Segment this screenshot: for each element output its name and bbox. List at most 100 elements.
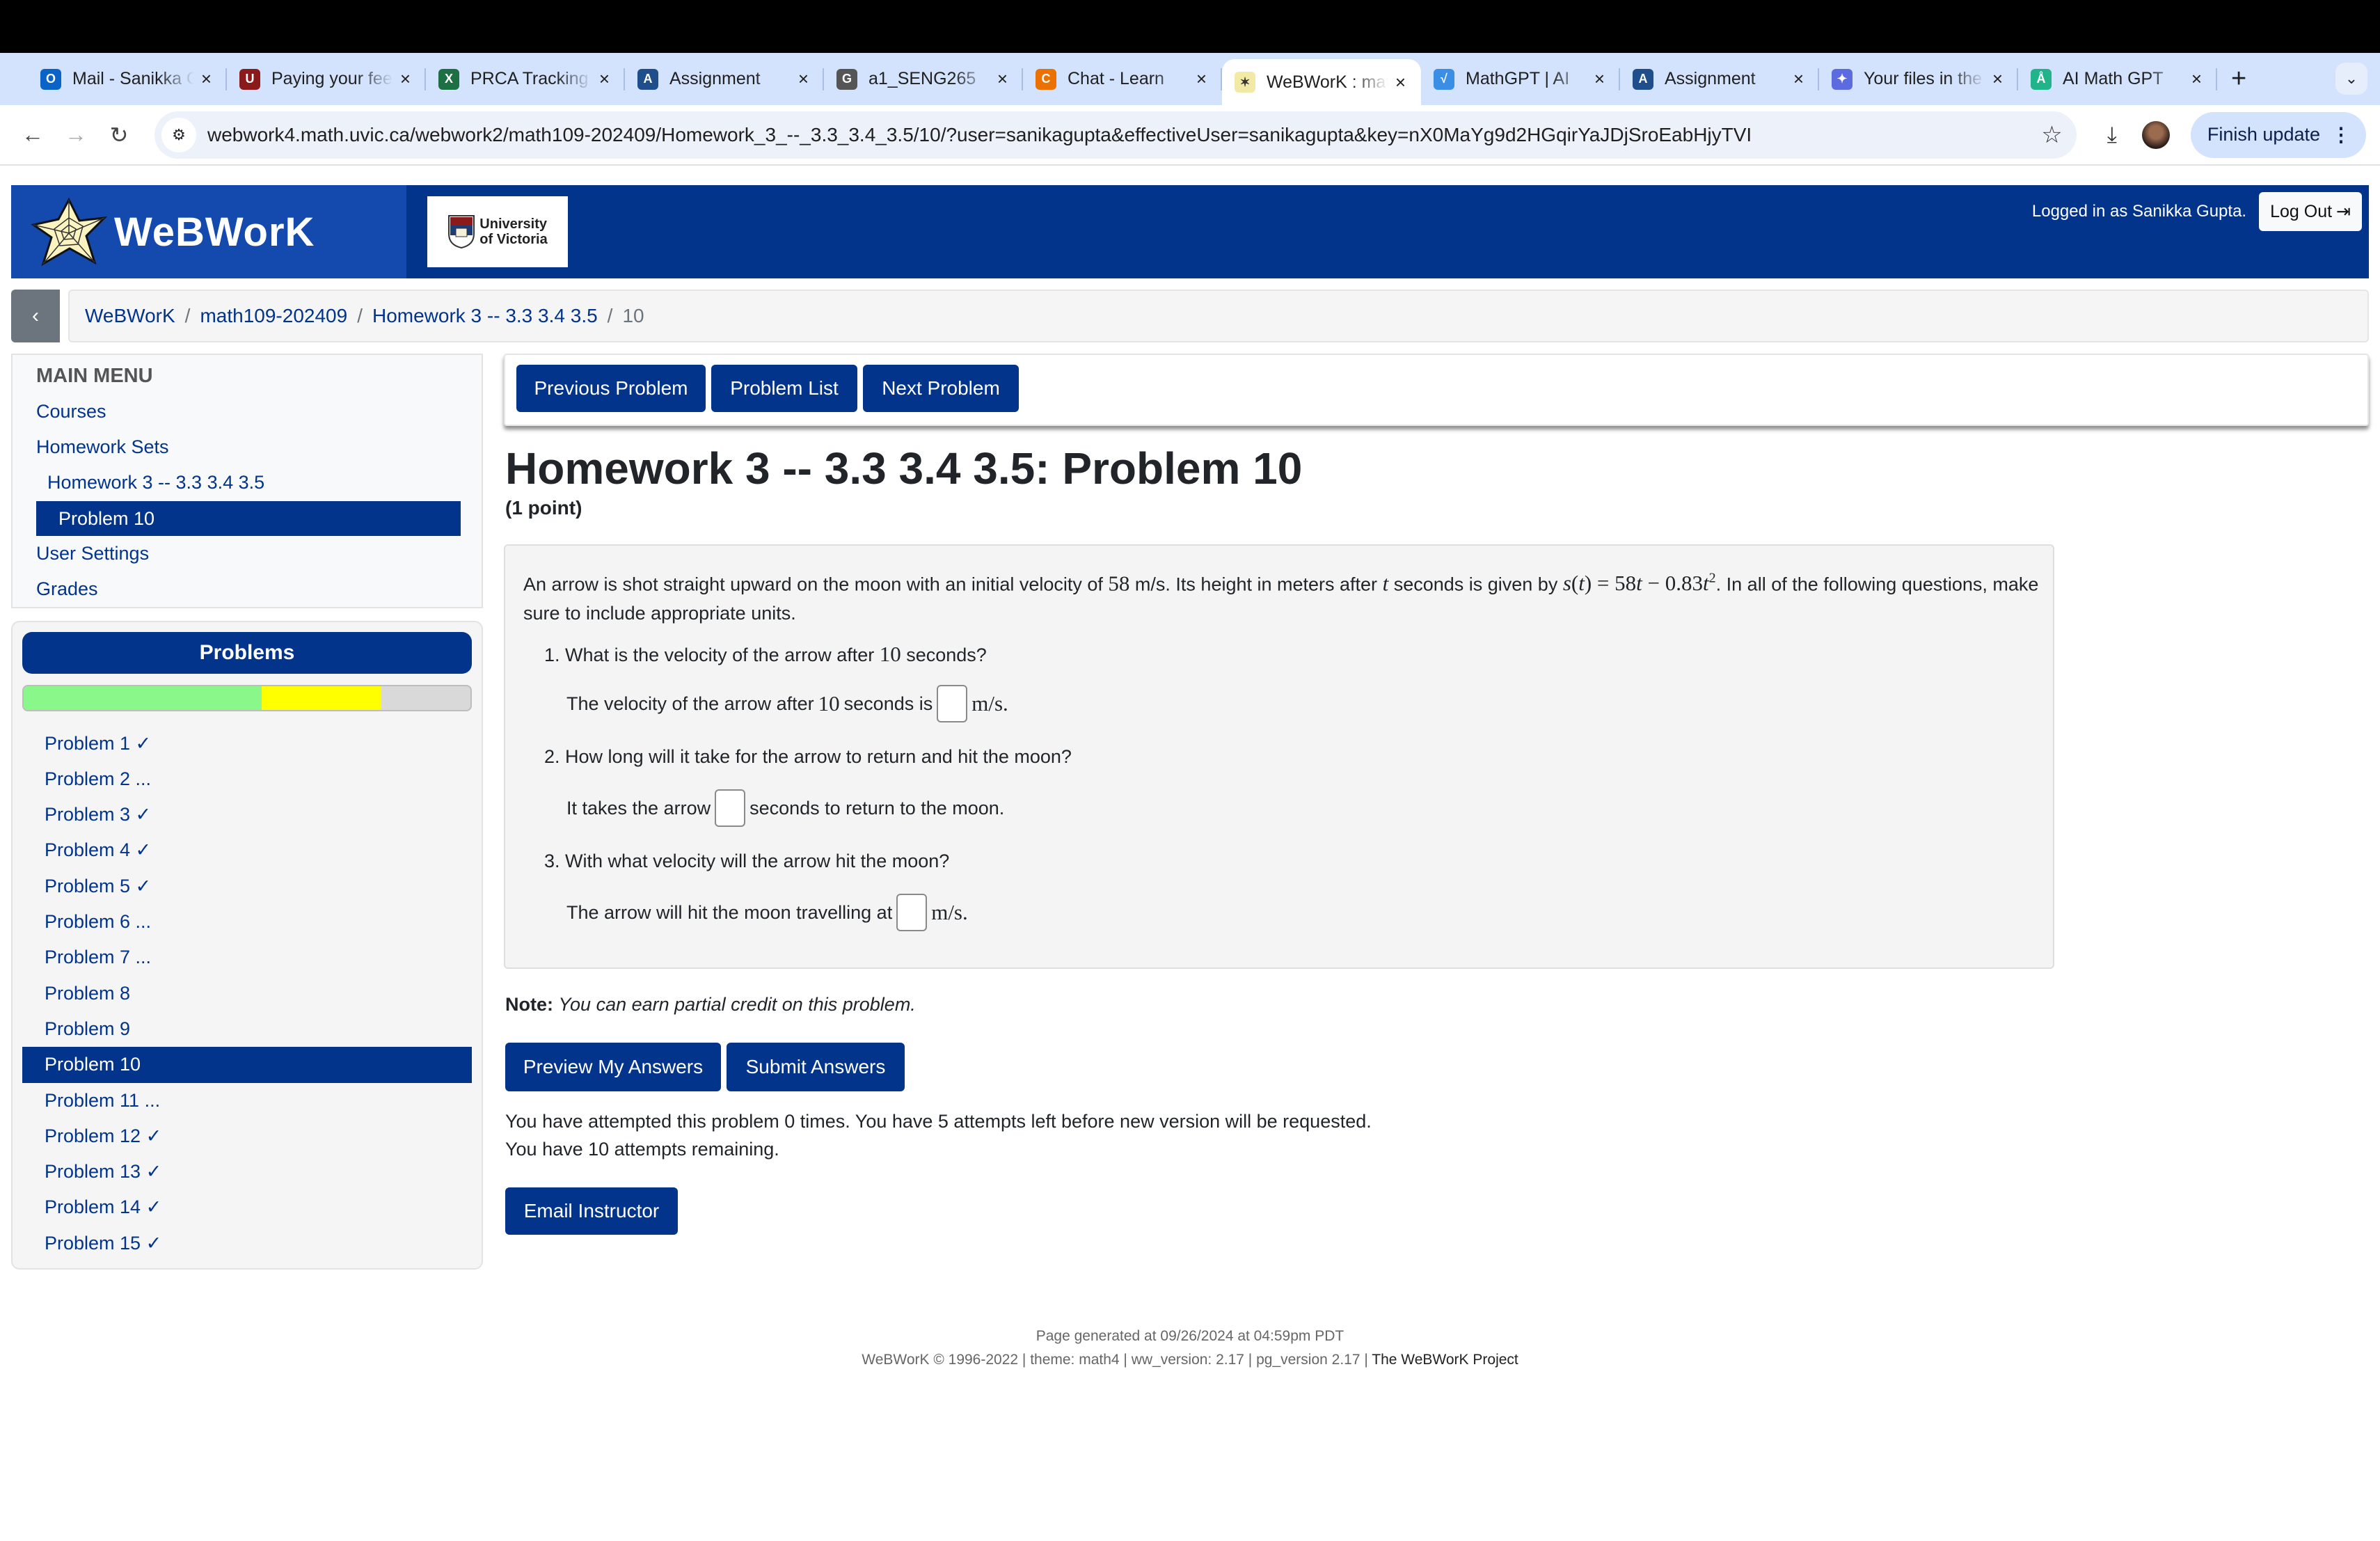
submit-answers-button[interactable]: Submit Answers (727, 1043, 905, 1091)
webwork-header: WeBWorK University of Victoria Logged in… (11, 185, 2369, 278)
problem-list-item[interactable]: Problem 3 ✓ (22, 797, 472, 833)
back-button[interactable]: ← (14, 116, 51, 154)
finish-update-button[interactable]: Finish update ⋮ (2190, 111, 2366, 158)
chevron-down-icon: ⌄ (2345, 70, 2358, 87)
height-formula: s(t) = 58t − 0.83t2 (1562, 571, 1716, 596)
answer-input-1[interactable] (937, 685, 968, 722)
breadcrumb-set[interactable]: Homework 3 -- 3.3 3.4 3.5 (372, 305, 598, 327)
browser-tab[interactable]: A Assignment × (1620, 53, 1819, 105)
menu-grades[interactable]: Grades (36, 578, 98, 600)
browser-tab[interactable]: X PRCA Tracking × (426, 53, 625, 105)
chegg-icon: C (1036, 68, 1056, 90)
browser-tab[interactable]: O Mail - Sanikka Gupta × (28, 53, 227, 105)
previous-problem-button[interactable]: Previous Problem (516, 365, 706, 412)
breadcrumb: WeBWorK / math109-202409 / Homework 3 --… (68, 290, 2369, 342)
close-tab-icon[interactable]: × (1395, 72, 1406, 93)
answer-suffix: seconds to return to the moon. (749, 797, 1005, 819)
close-tab-icon[interactable]: × (997, 68, 1008, 90)
attempts-remaining: You have 10 attempts remaining. (505, 1139, 779, 1160)
browser-tab[interactable]: C Chat - Learn × (1023, 53, 1222, 105)
question-3: 3. With what velocity will the arrow hit… (544, 851, 949, 872)
problem-list-item[interactable]: Problem 13 ✓ (22, 1154, 472, 1190)
menu-courses[interactable]: Courses (36, 401, 106, 422)
close-tab-icon[interactable]: × (1594, 68, 1605, 90)
menu-current-set[interactable]: Homework 3 -- 3.3 3.4 3.5 (47, 472, 264, 493)
tab-title: Paying your fees (271, 69, 393, 88)
browser-tab[interactable]: U Paying your fees × (227, 53, 426, 105)
tab-title: Chat - Learn (1068, 69, 1164, 88)
mathgpt-icon: √ (1434, 68, 1454, 90)
menu-current-problem[interactable]: Problem 10 (36, 501, 461, 536)
intro-text: An arrow is shot straight upward on the … (523, 574, 1109, 595)
problem-list-item[interactable]: Problem 12 ✓ (22, 1118, 472, 1154)
close-tab-icon[interactable]: × (1196, 68, 1207, 90)
webwork-project-link[interactable]: The WeBWorK Project (1372, 1352, 1518, 1368)
url-input[interactable]: webwork4.math.uvic.ca/webwork2/math109-2… (207, 124, 2041, 146)
tab-title: Assignment (669, 69, 761, 88)
logout-button[interactable]: Log Out ⇥ (2259, 192, 2362, 231)
problem-list-item[interactable]: Problem 10 (22, 1046, 472, 1083)
problem-list-item[interactable]: Problem 8 (22, 975, 472, 1011)
problem-intro: An arrow is shot straight upward on the … (523, 564, 2040, 628)
excel-icon: X (438, 68, 459, 90)
problem-list-item[interactable]: Problem 14 ✓ (22, 1190, 472, 1226)
answer-input-2[interactable] (715, 789, 746, 827)
problem-list-item[interactable]: Problem 4 ✓ (22, 832, 472, 869)
problem-list-item[interactable]: Problem 5 ✓ (22, 868, 472, 904)
intro-math-velocity: 58 (1108, 571, 1130, 596)
tab-search-button[interactable]: ⌄ (2335, 63, 2367, 95)
problem-list-item[interactable]: Problem 7 ... (22, 940, 472, 976)
browser-tab[interactable]: Å AI Math GPT × (2018, 53, 2217, 105)
close-tab-icon[interactable]: × (798, 68, 809, 90)
menu-user-settings[interactable]: User Settings (36, 543, 149, 564)
preview-answers-button[interactable]: Preview My Answers (505, 1043, 721, 1091)
browser-tab[interactable]: Ga1_SENG265 × (824, 53, 1023, 105)
email-instructor-button[interactable]: Email Instructor (505, 1187, 678, 1235)
browser-tab[interactable]: A Assignment × (625, 53, 824, 105)
problem-list-item[interactable]: Problem 1 ✓ (22, 725, 472, 761)
next-problem-button[interactable]: Next Problem (863, 365, 1019, 412)
browser-tab[interactable]: √ MathGPT | AI × (1421, 53, 1620, 105)
page-title: Homework 3 -- 3.3 3.4 3.5: Problem 10 (505, 443, 1303, 493)
problem-list-item[interactable]: Problem 11 ... (22, 1082, 472, 1119)
reload-icon: ↻ (109, 122, 129, 148)
close-tab-icon[interactable]: × (400, 68, 411, 90)
download-icon[interactable]: ⤓ (2107, 122, 2117, 148)
menu-homework-sets[interactable]: Homework Sets (36, 436, 169, 458)
close-tab-icon[interactable]: × (1992, 68, 2003, 90)
problem-list-item[interactable]: Problem 6 ... (22, 904, 472, 940)
browser-tab[interactable]: ✦ Your files in the cloud × (1819, 53, 2018, 105)
intro-text: m/s. Its height in meters after (1129, 574, 1383, 595)
toggle-sidebar-button[interactable]: ‹ (11, 290, 60, 342)
compass-icon: Å (2031, 68, 2052, 90)
uvic-logo[interactable]: University of Victoria (427, 196, 568, 267)
close-tab-icon[interactable]: × (201, 68, 212, 90)
close-tab-icon[interactable]: × (2191, 68, 2202, 90)
answer-input-3[interactable] (896, 894, 928, 931)
finish-update-label: Finish update (2207, 124, 2320, 145)
problem-list-button[interactable]: Problem List (711, 365, 857, 412)
new-tab-button[interactable]: + (2231, 64, 2246, 94)
close-tab-icon[interactable]: × (1793, 68, 1804, 90)
browser-tab[interactable]: ✶ WeBWorK : math109 × (1222, 59, 1421, 105)
site-info-button[interactable]: ⚙ (161, 117, 196, 152)
uvic-crest-icon: U (239, 68, 260, 90)
problem-list-item[interactable]: Problem 9 (22, 1011, 472, 1047)
webwork-logo[interactable]: WeBWorK (11, 185, 406, 278)
problem-list-item[interactable]: Problem 2 ... (22, 761, 472, 797)
tab-title: a1_SENG265 (868, 69, 976, 88)
brightspace-icon: A (1633, 68, 1653, 90)
bookmark-star-icon[interactable]: ☆ (2041, 121, 2062, 149)
forward-button[interactable]: → (57, 116, 95, 154)
login-info: Logged in as Sanikka Gupta. Log Out ⇥ (2032, 192, 2362, 231)
uvic-line-2: of Victoria (479, 232, 548, 247)
breadcrumb-course[interactable]: math109-202409 (200, 305, 347, 327)
problem-list-item[interactable]: Problem 15 ✓ (22, 1225, 472, 1261)
close-tab-icon[interactable]: × (599, 68, 610, 90)
profile-avatar[interactable] (2141, 120, 2170, 149)
breadcrumb-webwork[interactable]: WeBWorK (85, 305, 175, 327)
omnibox[interactable]: ⚙ webwork4.math.uvic.ca/webwork2/math109… (154, 111, 2077, 159)
logged-in-text: Logged in as Sanikka Gupta. (2031, 202, 2247, 221)
footer-copyright-text: WeBWorK © 1996-2022 | theme: math4 | ww_… (862, 1352, 1372, 1368)
reload-button[interactable]: ↻ (100, 116, 138, 154)
